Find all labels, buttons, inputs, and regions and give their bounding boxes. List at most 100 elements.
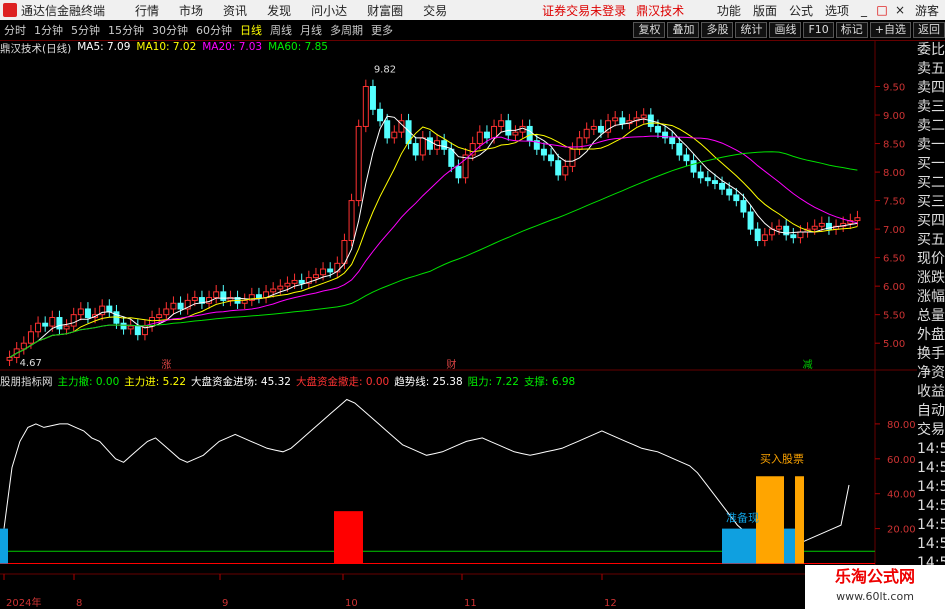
period-daily[interactable]: 日线 bbox=[236, 22, 266, 38]
sidebar-price: 现价 bbox=[917, 251, 945, 267]
stats-button[interactable]: 统计 bbox=[735, 22, 768, 38]
menu-item-gongshi[interactable]: 公式 bbox=[783, 2, 819, 19]
menu-item-shichang[interactable]: 市场 bbox=[169, 2, 213, 19]
candle-body bbox=[419, 137, 426, 156]
sub-tick-label: 40.00 bbox=[887, 490, 916, 501]
candle-body bbox=[797, 231, 804, 239]
support-label: 支撑: 6.98 bbox=[523, 376, 576, 388]
bar-red bbox=[334, 511, 363, 564]
add-watchlist-button[interactable]: +自选 bbox=[869, 22, 911, 38]
candle-body bbox=[284, 282, 291, 287]
candle-body bbox=[291, 279, 298, 284]
candle-body bbox=[320, 268, 327, 276]
price-tick-label: 9.00 bbox=[883, 111, 905, 122]
candle-body bbox=[498, 120, 505, 127]
candle-body bbox=[84, 308, 91, 319]
candle-body bbox=[576, 137, 583, 150]
period-more[interactable]: 更多 bbox=[367, 22, 397, 38]
period-multi[interactable]: 多周期 bbox=[326, 22, 367, 38]
prepare-annotation: 准备现 bbox=[726, 511, 759, 525]
period-15min[interactable]: 15分钟 bbox=[104, 22, 148, 38]
trade-login-notice[interactable]: 证券交易未登录 bbox=[537, 2, 631, 19]
sidebar-sell2: 卖二 bbox=[917, 118, 945, 134]
quote-sidebar[interactable]: 委比 卖五 卖四 卖三 卖二 卖一 买一 买二 买三 买四 买五 现价 涨跌 涨… bbox=[917, 41, 945, 609]
back-button[interactable]: 返回 bbox=[913, 22, 945, 38]
candle-body bbox=[719, 182, 726, 190]
sidebar-buy5: 买五 bbox=[917, 232, 945, 248]
price-tick-label: 7.50 bbox=[883, 197, 905, 208]
sidebar-trade: 交易 bbox=[917, 422, 945, 438]
guest-user[interactable]: 游客 bbox=[909, 2, 945, 19]
candle-body bbox=[740, 200, 747, 213]
candle-body bbox=[455, 165, 462, 179]
price-tick-label: 6.50 bbox=[883, 254, 905, 265]
candle-body bbox=[384, 120, 391, 139]
candle-body bbox=[505, 120, 512, 136]
period-5min[interactable]: 5分钟 bbox=[67, 22, 104, 38]
candle-body bbox=[590, 125, 597, 130]
period-toolbar: 分时 1分钟 5分钟 15分钟 30分钟 60分钟 日线 周线 月线 多周期 更… bbox=[0, 20, 945, 41]
candle-body bbox=[270, 288, 277, 293]
menu-item-zixun[interactable]: 资讯 bbox=[213, 2, 257, 19]
candle-body bbox=[491, 125, 498, 139]
candle-body bbox=[77, 308, 84, 316]
menu-item-gongneng[interactable]: 功能 bbox=[711, 2, 747, 19]
menu-item-jiaoyi[interactable]: 交易 bbox=[413, 2, 457, 19]
period-weekly[interactable]: 周线 bbox=[266, 22, 296, 38]
big-in-label: 大盘资金进场: 45.32 bbox=[191, 376, 291, 388]
minimize-icon[interactable]: _ bbox=[855, 3, 873, 17]
candle-body bbox=[6, 356, 13, 361]
multi-stock-button[interactable]: 多股 bbox=[701, 22, 734, 38]
sub-legend: 股朋指标网 主力撤: 0.00 主力进: 5.22 大盘资金进场: 45.32 … bbox=[0, 374, 580, 388]
candle-body bbox=[35, 322, 42, 333]
sidebar-time1: 14:56 bbox=[917, 441, 945, 457]
candle-body bbox=[676, 143, 683, 156]
period-1min[interactable]: 1分钟 bbox=[30, 22, 67, 38]
period-fenshi[interactable]: 分时 bbox=[0, 22, 30, 38]
draw-line-button[interactable]: 画线 bbox=[769, 22, 802, 38]
candle-body bbox=[298, 279, 305, 284]
candle-body bbox=[683, 154, 690, 162]
time-tick-label: 9 bbox=[222, 598, 228, 609]
menu-item-caifuquan[interactable]: 财富圈 bbox=[357, 2, 413, 19]
candle-body bbox=[56, 317, 63, 330]
candle-body bbox=[70, 314, 77, 327]
candle-body bbox=[540, 148, 547, 156]
sidebar-earnings: 收益 bbox=[917, 384, 945, 400]
candle-body bbox=[483, 131, 490, 139]
mark-button[interactable]: 标记 bbox=[835, 22, 868, 38]
candle-body bbox=[704, 177, 711, 182]
candle-body bbox=[448, 148, 455, 167]
indicator-title: 鼎汉技术 bbox=[636, 3, 685, 18]
maximize-icon[interactable]: □ bbox=[873, 3, 891, 17]
menu-item-hangqing[interactable]: 行情 bbox=[125, 2, 169, 19]
sidebar-outer: 外盘 bbox=[917, 327, 945, 343]
candle-body bbox=[348, 200, 355, 242]
period-60min[interactable]: 60分钟 bbox=[192, 22, 236, 38]
menu-item-banmian[interactable]: 版面 bbox=[747, 2, 783, 19]
period-30min[interactable]: 30分钟 bbox=[148, 22, 192, 38]
kline-chart[interactable]: 9.50 9.00 8.50 8.00 7.50 7.00 6.50 6.00 5.50 5.00… bbox=[0, 40, 917, 609]
candle-body bbox=[355, 125, 362, 202]
menu-item-wenxiaoda[interactable]: 问小达 bbox=[301, 2, 357, 19]
fuquan-button[interactable]: 复权 bbox=[633, 22, 666, 38]
price-tick-label: 5.50 bbox=[883, 311, 905, 322]
candle-body bbox=[63, 325, 70, 330]
sidebar-turnover: 换手 bbox=[917, 346, 945, 362]
menu-item-faxian[interactable]: 发现 bbox=[257, 2, 301, 19]
candle-body bbox=[690, 160, 697, 173]
menu-item-xuanxiang[interactable]: 选项 bbox=[819, 2, 855, 19]
sidebar-sell4: 卖四 bbox=[917, 80, 945, 96]
candle-body bbox=[20, 342, 27, 350]
candle-body bbox=[761, 234, 768, 242]
overlay-button[interactable]: 叠加 bbox=[667, 22, 700, 38]
candle-body bbox=[654, 125, 661, 133]
watermark-logo: 乐淘公式网 www.60lt.com bbox=[805, 565, 945, 609]
period-monthly[interactable]: 月线 bbox=[296, 22, 326, 38]
time-tick-label: 8 bbox=[76, 598, 82, 609]
price-tick-label: 8.00 bbox=[883, 168, 905, 179]
sidebar-buy3: 买三 bbox=[917, 194, 945, 210]
close-icon[interactable]: × bbox=[891, 3, 909, 17]
candle-body bbox=[412, 143, 419, 156]
f10-button[interactable]: F10 bbox=[803, 22, 834, 38]
